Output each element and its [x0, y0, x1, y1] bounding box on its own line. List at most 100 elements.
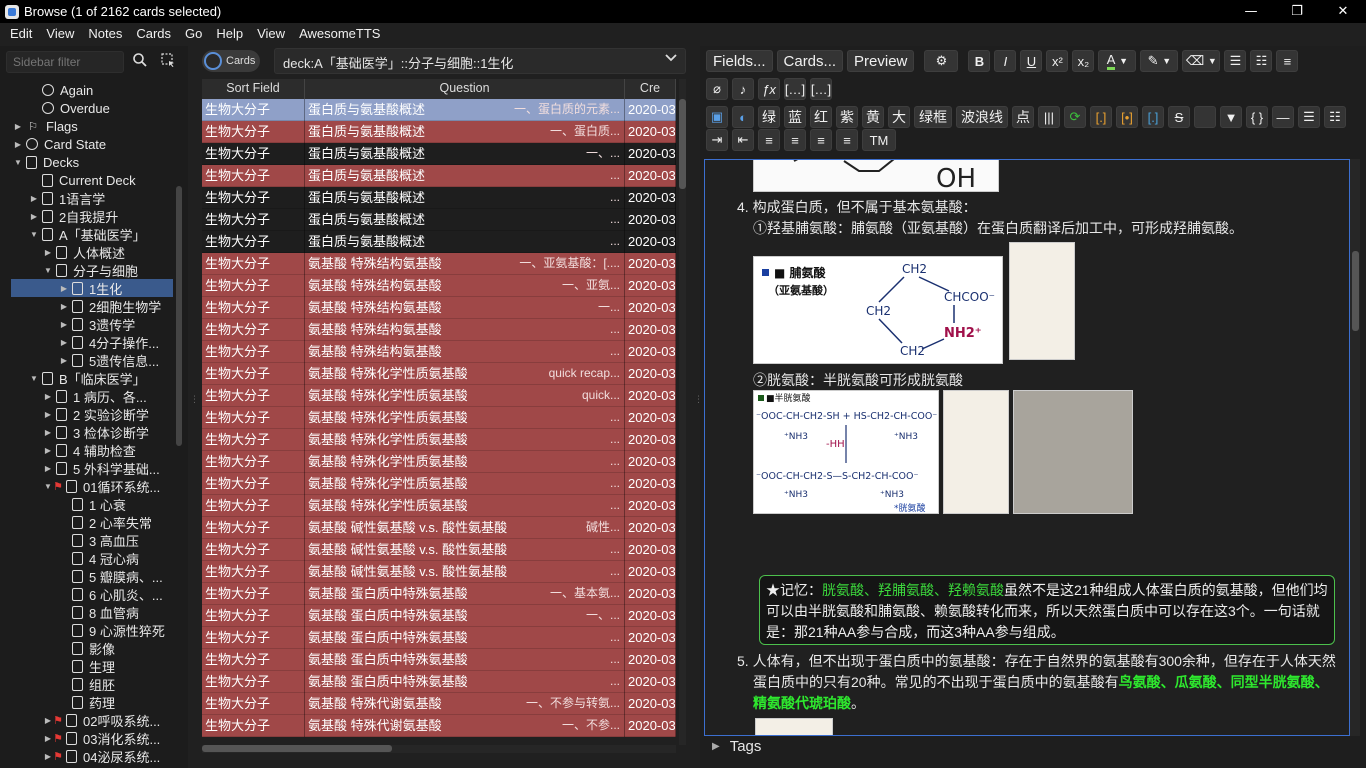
- scroll-thumb[interactable]: [1352, 251, 1359, 331]
- sidebar-item[interactable]: 8 血管病: [58, 603, 178, 621]
- table-row[interactable]: 生物大分子 氨基酸 碱性氨基酸 v.s. 酸性氨基酸... 2020-03: [202, 539, 676, 561]
- table-row[interactable]: 生物大分子 蛋白质与氨基酸概述 一、蛋白质的元素... 2020-03: [202, 99, 676, 121]
- sidebar-item[interactable]: ▶ 人体概述: [42, 243, 178, 261]
- sidebar-item[interactable]: 2 心率失常: [58, 513, 178, 531]
- sidebar-item[interactable]: ▶ 2 实验诊断学: [42, 405, 178, 423]
- expand-down-icon[interactable]: ▼: [28, 374, 40, 383]
- sidebar-item[interactable]: 3 高血压: [58, 531, 178, 549]
- cloze-same-icon[interactable]: […]: [810, 78, 832, 100]
- sidebar-item[interactable]: 药理: [58, 693, 178, 711]
- note-scrollbar[interactable]: [1350, 159, 1360, 736]
- scroll-thumb[interactable]: [679, 99, 686, 189]
- minimize-button[interactable]: —: [1228, 0, 1274, 23]
- column-sort-field[interactable]: Sort Field: [202, 79, 305, 99]
- eraser-icon[interactable]: ⌫ ▼: [1182, 50, 1221, 72]
- table-row[interactable]: 生物大分子 氨基酸 特殊化学性质氨基酸... 2020-03: [202, 495, 676, 517]
- sidebar-filter-input[interactable]: [6, 51, 124, 73]
- bullet-list-icon-2[interactable]: ☰: [1298, 106, 1320, 128]
- sidebar-item[interactable]: 影像: [58, 639, 178, 657]
- bracket-yellow-icon[interactable]: [.]: [1090, 106, 1112, 128]
- sidebar-item[interactable]: ▶ 5 外科学基础...: [42, 459, 178, 477]
- sidebar-item[interactable]: Current Deck: [28, 171, 178, 189]
- expand-right-icon[interactable]: ▶: [58, 284, 70, 293]
- sidebar-item[interactable]: ▶ 2细胞生物学: [58, 297, 178, 315]
- sidebar-item[interactable]: ▼ A「基础医学」: [28, 225, 178, 243]
- subscript-button[interactable]: x₂: [1072, 50, 1095, 72]
- expand-right-icon[interactable]: ▶: [42, 428, 54, 437]
- cards-notes-toggle[interactable]: Cards: [202, 50, 260, 72]
- sidebar-item[interactable]: ▼ B「临床医学」: [28, 369, 178, 387]
- expand-right-icon[interactable]: ▶: [28, 194, 40, 203]
- bullet-list-icon[interactable]: ☰: [1224, 50, 1247, 72]
- sidebar-item[interactable]: ▶ ⚑ 04泌尿系统...: [42, 747, 178, 765]
- table-row[interactable]: 生物大分子 氨基酸 特殊化学性质氨基酸 quick recap... 2020-03: [202, 363, 676, 385]
- cloze-icon[interactable]: […]: [784, 78, 806, 100]
- align-right-icon[interactable]: ≡: [810, 129, 832, 151]
- column-created[interactable]: Cre: [625, 79, 676, 99]
- sidebar-item[interactable]: 1 心衰: [58, 495, 178, 513]
- style-dot-button[interactable]: 点: [1012, 106, 1034, 128]
- table-row[interactable]: 生物大分子 氨基酸 特殊化学性质氨基酸 quick... 2020-03: [202, 385, 676, 407]
- preview-button[interactable]: Preview: [847, 50, 915, 72]
- table-row[interactable]: 生物大分子 蛋白质与氨基酸概述... 2020-03: [202, 231, 676, 253]
- indent-icon[interactable]: ⇥: [706, 129, 728, 151]
- column-question[interactable]: Question: [305, 79, 625, 99]
- justify-icon[interactable]: ≡: [836, 129, 858, 151]
- sidebar-item[interactable]: Again: [28, 81, 178, 99]
- expand-right-icon[interactable]: ▶: [42, 392, 54, 401]
- table-row[interactable]: 生物大分子 蛋白质与氨基酸概述 一、... 2020-03: [202, 143, 676, 165]
- sidebar-item[interactable]: ▶ ⚐ Flags: [12, 117, 178, 135]
- table-row[interactable]: 生物大分子 蛋白质与氨基酸概述... 2020-03: [202, 165, 676, 187]
- table-row[interactable]: 生物大分子 氨基酸 特殊结构氨基酸 一... 2020-03: [202, 297, 676, 319]
- bold-button[interactable]: B: [968, 50, 991, 72]
- menu-view[interactable]: View: [37, 26, 79, 41]
- table-row[interactable]: 生物大分子 氨基酸 碱性氨基酸 v.s. 酸性氨基酸 碱性... 2020-03: [202, 517, 676, 539]
- table-row[interactable]: 生物大分子 氨基酸 蛋白质中特殊氨基酸... 2020-03: [202, 671, 676, 693]
- table-row[interactable]: 生物大分子 氨基酸 特殊结构氨基酸... 2020-03: [202, 341, 676, 363]
- expand-right-icon[interactable]: ▶: [58, 302, 70, 311]
- fields-button[interactable]: Fields...: [706, 50, 773, 72]
- style-green-box-button[interactable]: 绿框: [914, 106, 952, 128]
- sidebar-item[interactable]: ▶ Card State: [12, 135, 178, 153]
- sidebar-item[interactable]: 9 心源性猝死: [58, 621, 178, 639]
- style-yellow-button[interactable]: 黄: [862, 106, 884, 128]
- expand-down-icon[interactable]: ▼: [28, 230, 40, 239]
- expand-down-icon[interactable]: ▼: [12, 158, 24, 167]
- close-button[interactable]: ✕: [1320, 0, 1366, 23]
- style-large-button[interactable]: 大: [888, 106, 910, 128]
- expand-right-icon[interactable]: ▶: [42, 248, 54, 257]
- style-blue-button[interactable]: 蓝: [784, 106, 806, 128]
- sync-icon[interactable]: ⟳: [1064, 106, 1086, 128]
- image-icon[interactable]: ▣: [706, 106, 728, 128]
- expand-right-icon[interactable]: ▶: [42, 410, 54, 419]
- sidebar-item[interactable]: ▼ ⚑ 01循环系统...: [42, 477, 178, 495]
- menu-help[interactable]: Help: [207, 26, 248, 41]
- sidebar-item[interactable]: 4 冠心病: [58, 549, 178, 567]
- sidebar-item[interactable]: ▶ 1生化: [11, 279, 173, 297]
- align-icon[interactable]: ≡: [1276, 50, 1299, 72]
- chevron-down-icon[interactable]: [665, 53, 677, 66]
- expand-right-icon[interactable]: ▶: [42, 446, 54, 455]
- sidebar-item[interactable]: 组胚: [58, 675, 178, 693]
- search-input[interactable]: deck:A「基础医学」::分子与细胞::1生化: [274, 48, 686, 74]
- table-row[interactable]: 生物大分子 氨基酸 特殊结构氨基酸 一、亚氨基酸：[.... 2020-03: [202, 253, 676, 275]
- expand-right-icon[interactable]: ▶: [12, 122, 24, 131]
- menu-awesometts[interactable]: AwesomeTTS: [290, 26, 385, 41]
- sidebar-item[interactable]: Overdue: [28, 99, 178, 117]
- sidebar-item[interactable]: ▶ 1 病历、各...: [42, 387, 178, 405]
- table-row[interactable]: 生物大分子 蛋白质与氨基酸概述 一、蛋白质... 2020-03: [202, 121, 676, 143]
- highlight-icon[interactable]: ✎ ▼: [1140, 50, 1179, 72]
- select-tool-icon[interactable]: [158, 52, 178, 72]
- align-left-icon[interactable]: ≡: [758, 129, 780, 151]
- table-row[interactable]: 生物大分子 氨基酸 蛋白质中特殊氨基酸 一、基本氨... 2020-03: [202, 583, 676, 605]
- chevron-right-icon[interactable]: ▶: [712, 741, 720, 752]
- table-row[interactable]: 生物大分子 氨基酸 蛋白质中特殊氨基酸... 2020-03: [202, 649, 676, 671]
- dropdown-triangle-icon[interactable]: ▼: [1220, 106, 1242, 128]
- style-green-button[interactable]: 绿: [758, 106, 780, 128]
- tags-section[interactable]: ▶ Tags: [712, 736, 761, 756]
- sidebar-item[interactable]: ▶ 3遗传学: [58, 315, 178, 333]
- maximize-button[interactable]: ❐: [1274, 0, 1320, 23]
- outdent-icon[interactable]: ⇤: [732, 129, 754, 151]
- style-wavy-button[interactable]: 波浪线: [956, 106, 1008, 128]
- table-row[interactable]: 生物大分子 氨基酸 特殊代谢氨基酸 一、不参... 2020-03: [202, 715, 676, 737]
